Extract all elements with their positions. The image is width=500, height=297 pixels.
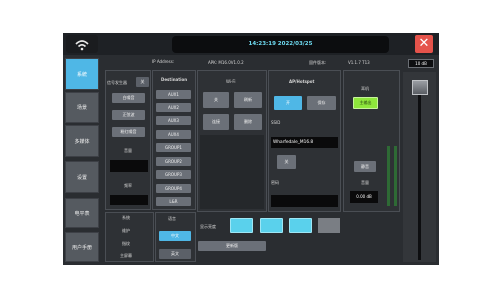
brightness-level-3[interactable] (289, 218, 312, 233)
sidebar-item-label: 多媒体 (74, 139, 90, 145)
destination-aux2[interactable]: AUX2 (156, 103, 191, 112)
headphone-meter-left (387, 146, 390, 206)
signal-generator-toggle[interactable]: 关 (136, 77, 149, 87)
language-english-button[interactable]: 英文 (159, 249, 191, 259)
headphone-title: 耳机 (361, 86, 369, 91)
apk-version: APK: M16.0V1.0.2 (208, 60, 244, 65)
db-readout: 10 dB (408, 59, 434, 68)
destination-aux1[interactable]: AUX1 (156, 90, 191, 99)
language-chinese-button[interactable]: 中文 (159, 231, 191, 241)
ap-hotspot-title: AP/Hotspot (289, 79, 315, 84)
wifi-icon (75, 40, 89, 51)
brightness-level-4[interactable] (318, 218, 340, 233)
destination-title: Destination (161, 77, 188, 82)
headphone-source-button[interactable]: 主输出 (353, 97, 378, 109)
headphone-meter-right (394, 146, 397, 206)
destination-aux4[interactable]: AUX4 (156, 130, 191, 139)
wifi-connect-button[interactable]: 连接 (203, 114, 229, 130)
wifi-refresh-button[interactable]: 刷新 (234, 92, 262, 108)
sidebar-item-multimedia[interactable]: 多媒体 (65, 125, 99, 157)
signal-frequency-label: 频率 (124, 183, 132, 188)
ap-on-button[interactable]: 开 (274, 96, 302, 110)
master-fader-track[interactable] (418, 90, 421, 260)
destination-group2[interactable]: GROUP2 (156, 157, 191, 166)
signal-generator-label: 信号发生器 (107, 80, 127, 85)
sidebar-item-label: 设置 (76, 175, 87, 181)
update-button[interactable]: 更新版 (198, 241, 266, 251)
password-input[interactable] (271, 195, 338, 207)
destination-aux3[interactable]: AUX3 (156, 116, 191, 125)
close-icon: ✕ (418, 36, 430, 51)
sidebar-item-label: 电平表 (74, 211, 90, 217)
destination-group1[interactable]: GROUP1 (156, 143, 191, 152)
wifi-off-button[interactable]: 关 (203, 92, 229, 108)
brightness-label: 显示亮度 (200, 224, 216, 229)
close-button[interactable]: ✕ (415, 35, 433, 53)
ssid-input[interactable]: Wharfedale_M16.8 (271, 137, 338, 148)
menu-item-system[interactable]: 系统 (122, 215, 130, 221)
ap-save-button[interactable]: 保存 (307, 96, 336, 110)
sidebar-item-label: 用户手册 (71, 245, 92, 251)
master-fader-knob[interactable] (412, 80, 428, 95)
destination-group3[interactable]: GROUP3 (156, 170, 191, 179)
firmware-label: 固件版本: (309, 60, 327, 65)
headphone-volume-label: 音量 (361, 180, 369, 185)
password-label: 密码 (271, 180, 279, 185)
destination-group4[interactable]: GROUP4 (156, 184, 191, 193)
sidebar-item-scene[interactable]: 场景 (65, 92, 99, 123)
white-noise-button[interactable]: 白噪音 (112, 93, 145, 103)
signal-generator-panel (105, 70, 151, 210)
signal-volume-field[interactable] (110, 160, 148, 172)
signal-volume-label: 音量 (124, 148, 132, 153)
sidebar-item-system[interactable]: 系統 (65, 58, 99, 90)
wifi-title: Wi-Fi (226, 79, 236, 84)
sidebar-item-manual[interactable]: 用户手册 (65, 232, 99, 262)
sidebar-item-meter[interactable]: 电平表 (65, 198, 99, 228)
sidebar-item-label: 场景 (76, 105, 87, 111)
ip-address-label: IP Address: (152, 59, 175, 64)
wifi-status[interactable] (66, 35, 98, 53)
destination-lr[interactable]: L&R (156, 197, 191, 206)
wifi-delete-button[interactable]: 删除 (234, 114, 262, 130)
menu-item-maintenance[interactable]: 维护 (122, 228, 130, 234)
signal-frequency-field[interactable] (110, 195, 148, 205)
brightness-level-2[interactable] (260, 218, 283, 233)
sine-wave-button[interactable]: 正弦波 (112, 110, 145, 120)
headphone-volume-value: 0.00 dB (350, 191, 378, 203)
sidebar-item-label: 系統 (76, 72, 87, 78)
brightness-level-1[interactable] (230, 218, 253, 233)
wifi-network-list[interactable] (200, 135, 264, 209)
firmware-version: V1.1.7 T13 (348, 60, 370, 65)
datetime-display: 14:23:19 2022/03/25 (172, 36, 389, 53)
headphone-mute-button[interactable]: 静音 (354, 161, 376, 172)
ssid-label: SSID (271, 120, 281, 125)
pink-noise-button[interactable]: 粉红噪音 (112, 127, 145, 137)
menu-item-home-screen[interactable]: 主屏幕 (120, 253, 132, 259)
sidebar-item-settings[interactable]: 设置 (65, 161, 99, 193)
menu-item-fingerprint[interactable]: 指纹 (122, 241, 130, 247)
language-label: 语言 (168, 216, 176, 221)
ap-password-toggle[interactable]: 关 (277, 155, 296, 169)
